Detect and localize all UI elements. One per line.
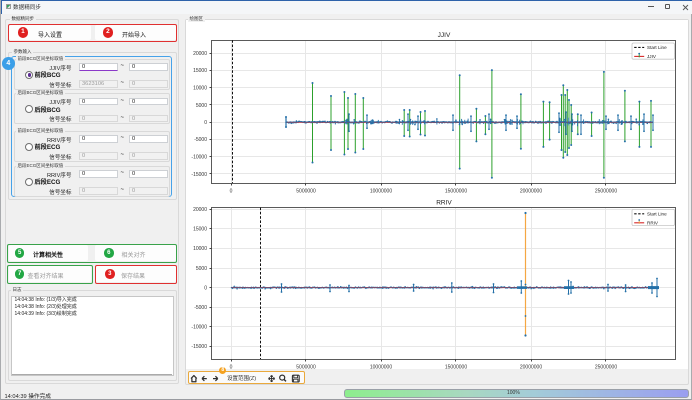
svg-text:20000: 20000 [193,51,207,57]
svg-text:-5000: -5000 [194,137,207,143]
svg-text:-15000: -15000 [191,344,207,350]
svg-text:15000000: 15000000 [445,365,467,371]
svg-text:0: 0 [230,365,233,371]
svg-text:20000000: 20000000 [520,365,542,371]
svg-text:10000000: 10000000 [370,365,392,371]
svg-text:-15000: -15000 [191,172,207,178]
svg-text:20000000: 20000000 [520,189,542,195]
svg-text:Start Line: Start Line [647,212,667,217]
svg-text:20000: 20000 [193,207,207,213]
svg-text:0: 0 [204,120,207,126]
svg-text:RRIV: RRIV [647,221,659,226]
svg-text:10000000: 10000000 [370,189,392,195]
svg-text:-10000: -10000 [191,155,207,161]
svg-text:25000000: 25000000 [595,189,617,195]
svg-text:5000000: 5000000 [296,189,316,195]
svg-text:15000: 15000 [193,68,207,74]
svg-text:RRIV: RRIV [436,200,452,207]
svg-text:5000: 5000 [196,103,207,109]
svg-text:5000: 5000 [196,266,207,272]
svg-text:0: 0 [204,285,207,291]
svg-text:10000: 10000 [193,246,207,252]
svg-text:JJIV: JJIV [438,32,451,39]
svg-text:0: 0 [230,189,233,195]
svg-text:-5000: -5000 [194,305,207,311]
svg-text:JJIV: JJIV [647,54,657,59]
svg-text:Start Line: Start Line [647,45,667,50]
svg-text:15000: 15000 [193,227,207,233]
svg-text:5000000: 5000000 [296,365,316,371]
svg-text:15000000: 15000000 [445,189,467,195]
svg-text:10000: 10000 [193,86,207,92]
svg-text:-10000: -10000 [191,325,207,331]
svg-text:25000000: 25000000 [595,365,617,371]
